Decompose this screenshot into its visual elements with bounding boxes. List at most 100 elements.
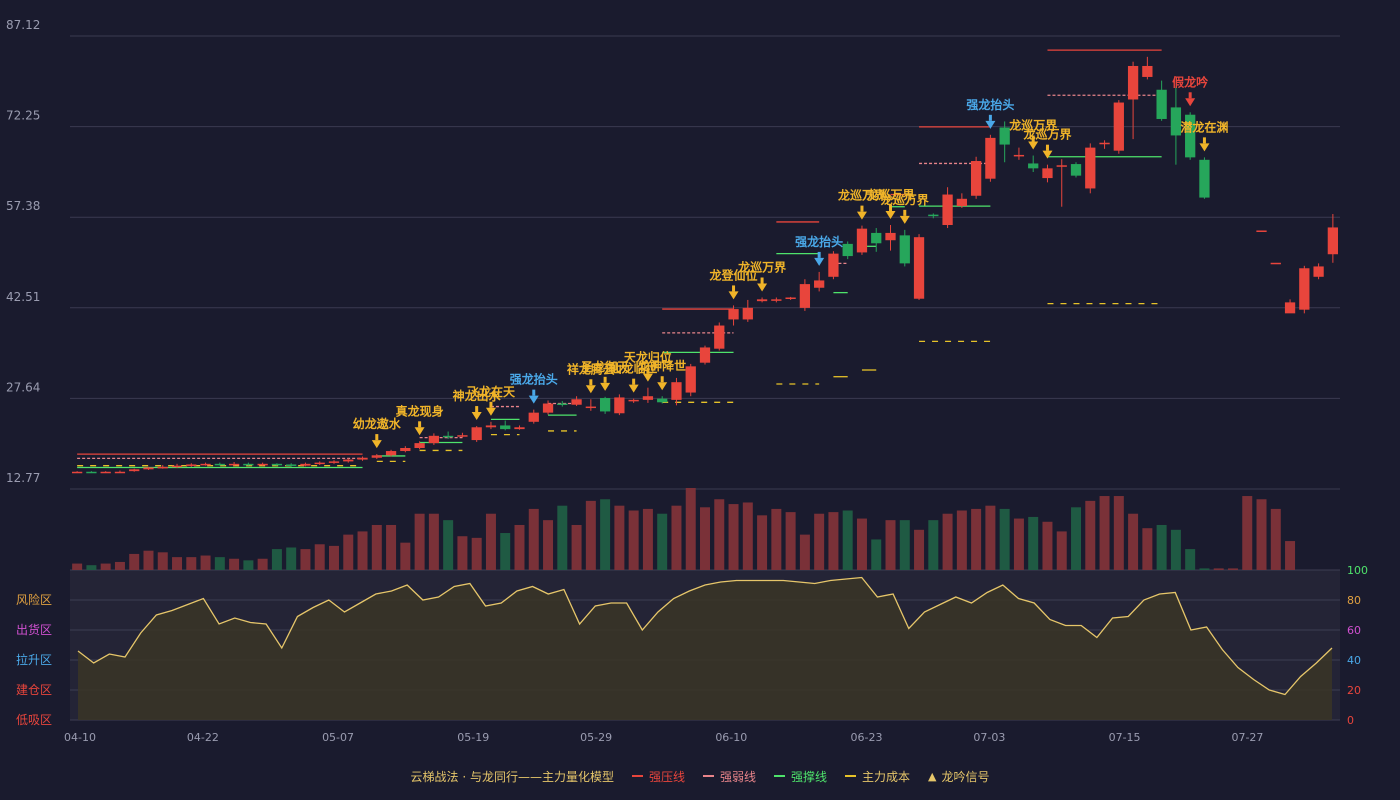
volume-bar	[1170, 529, 1181, 570]
indicator-tick-label: 40	[1347, 654, 1361, 667]
volume-bar	[914, 529, 925, 570]
indicator-tick-label: 80	[1347, 594, 1361, 607]
volume-bar	[143, 550, 154, 570]
volume-bar	[314, 544, 325, 570]
volume-bar	[271, 549, 282, 570]
candle-body	[571, 399, 582, 405]
legend-item-strong-resistance[interactable]: 强压线	[631, 768, 685, 785]
volume-bar	[1285, 541, 1296, 570]
volume-bar	[500, 533, 511, 570]
candle-body	[1256, 230, 1267, 232]
signal-label: 龙巡万界	[881, 192, 929, 207]
candle-body	[471, 427, 482, 441]
dashed-line-swatch-icon	[845, 775, 856, 777]
volume-bar	[557, 505, 568, 570]
signal-arrow-icon	[1028, 141, 1039, 150]
volume-bar	[100, 563, 111, 570]
candle-body	[157, 466, 168, 469]
price-tick-label: 87.12	[6, 18, 40, 32]
signal-label: 强龙抬头	[510, 372, 558, 387]
signal-arrow-icon	[528, 395, 539, 404]
signal-arrow-icon	[885, 210, 896, 219]
price-tick-label: 72.25	[6, 109, 40, 123]
legend-title: 云梯战法 · 与龙同行——主力量化模型	[411, 768, 614, 785]
candle-body	[871, 232, 882, 244]
legend-label: 强撑线	[790, 769, 827, 784]
volume-bar	[942, 513, 953, 570]
volume-bar	[628, 510, 639, 570]
volume-bar	[985, 505, 996, 570]
date-tick-label: 05-19	[457, 731, 489, 744]
candle-body	[1270, 262, 1281, 265]
volume-bar	[1242, 496, 1253, 570]
candle-body	[742, 307, 753, 320]
legend-item-main-cost[interactable]: 主力成本	[845, 768, 910, 785]
candle-body	[856, 228, 868, 253]
signal-arrow-icon	[628, 384, 639, 393]
candle-body	[614, 397, 625, 414]
line-swatch-icon	[773, 775, 785, 777]
date-tick-label: 04-10	[64, 731, 96, 744]
dashed-line-swatch-icon	[702, 775, 714, 777]
legend-label: 龙吟信号	[941, 769, 990, 784]
volume-bar	[742, 502, 753, 570]
candle-body	[1299, 268, 1310, 310]
candle-body	[457, 435, 468, 437]
volume-bar	[86, 565, 97, 570]
volume-bar	[642, 508, 653, 570]
volume-bar	[400, 542, 411, 570]
volume-bar	[700, 507, 710, 570]
legend-label: 主力成本	[862, 769, 911, 784]
candle-body	[1099, 142, 1110, 145]
date-tick-label: 07-27	[1231, 731, 1263, 744]
volume-bar	[1071, 507, 1082, 570]
candle-body	[300, 463, 311, 466]
legend-item-dragon-signal[interactable]: ▲ 龙吟信号	[928, 768, 989, 785]
volume-bar	[971, 508, 982, 570]
legend-item-strength-line[interactable]: 强弱线	[702, 768, 756, 785]
candle-body	[528, 412, 539, 422]
volume-bar	[856, 518, 867, 570]
candle-body	[214, 463, 225, 466]
volume-bar	[229, 558, 240, 570]
candle-body	[1313, 266, 1324, 277]
candle-body	[228, 463, 240, 466]
signal-arrow-icon	[471, 412, 482, 421]
candle-body	[443, 435, 454, 438]
signal-arrow-icon	[1042, 150, 1053, 159]
candle-body	[1113, 102, 1124, 151]
volume-bar	[457, 536, 468, 570]
candle-body	[257, 463, 268, 466]
volume-bar	[585, 500, 596, 570]
candle-body	[1127, 65, 1139, 100]
volume-bar	[899, 520, 910, 570]
volume-bar	[871, 539, 882, 570]
signal-label: 强龙抬头	[795, 234, 843, 249]
volume-bar	[72, 563, 83, 570]
volume-bar	[543, 520, 554, 570]
candle-body	[785, 297, 796, 300]
volume-bar	[214, 557, 225, 570]
volume-bar	[1128, 513, 1139, 570]
date-tick-label: 05-07	[322, 731, 354, 744]
candle-body	[428, 435, 440, 444]
signal-arrow-icon	[899, 215, 910, 224]
candle-body	[599, 398, 611, 412]
signal-label: 龙巡万界	[738, 260, 786, 275]
candle-body	[842, 243, 853, 257]
candle-body	[385, 451, 397, 456]
candle-body	[1327, 227, 1339, 255]
volume-bar	[728, 504, 739, 570]
legend-item-strong-support[interactable]: 强撑线	[773, 768, 827, 785]
candle-body	[814, 280, 825, 288]
signal-label: 假龙吟	[1172, 74, 1208, 89]
candle-body	[171, 465, 183, 468]
volume-bar	[200, 555, 211, 570]
candle-body	[86, 471, 97, 474]
date-tick-label: 05-29	[580, 731, 612, 744]
volume-bar	[1142, 528, 1153, 570]
signal-arrow-icon	[1185, 98, 1196, 107]
date-tick-label: 04-22	[187, 731, 219, 744]
candle-body	[1142, 65, 1153, 77]
candle-body	[1028, 163, 1039, 169]
